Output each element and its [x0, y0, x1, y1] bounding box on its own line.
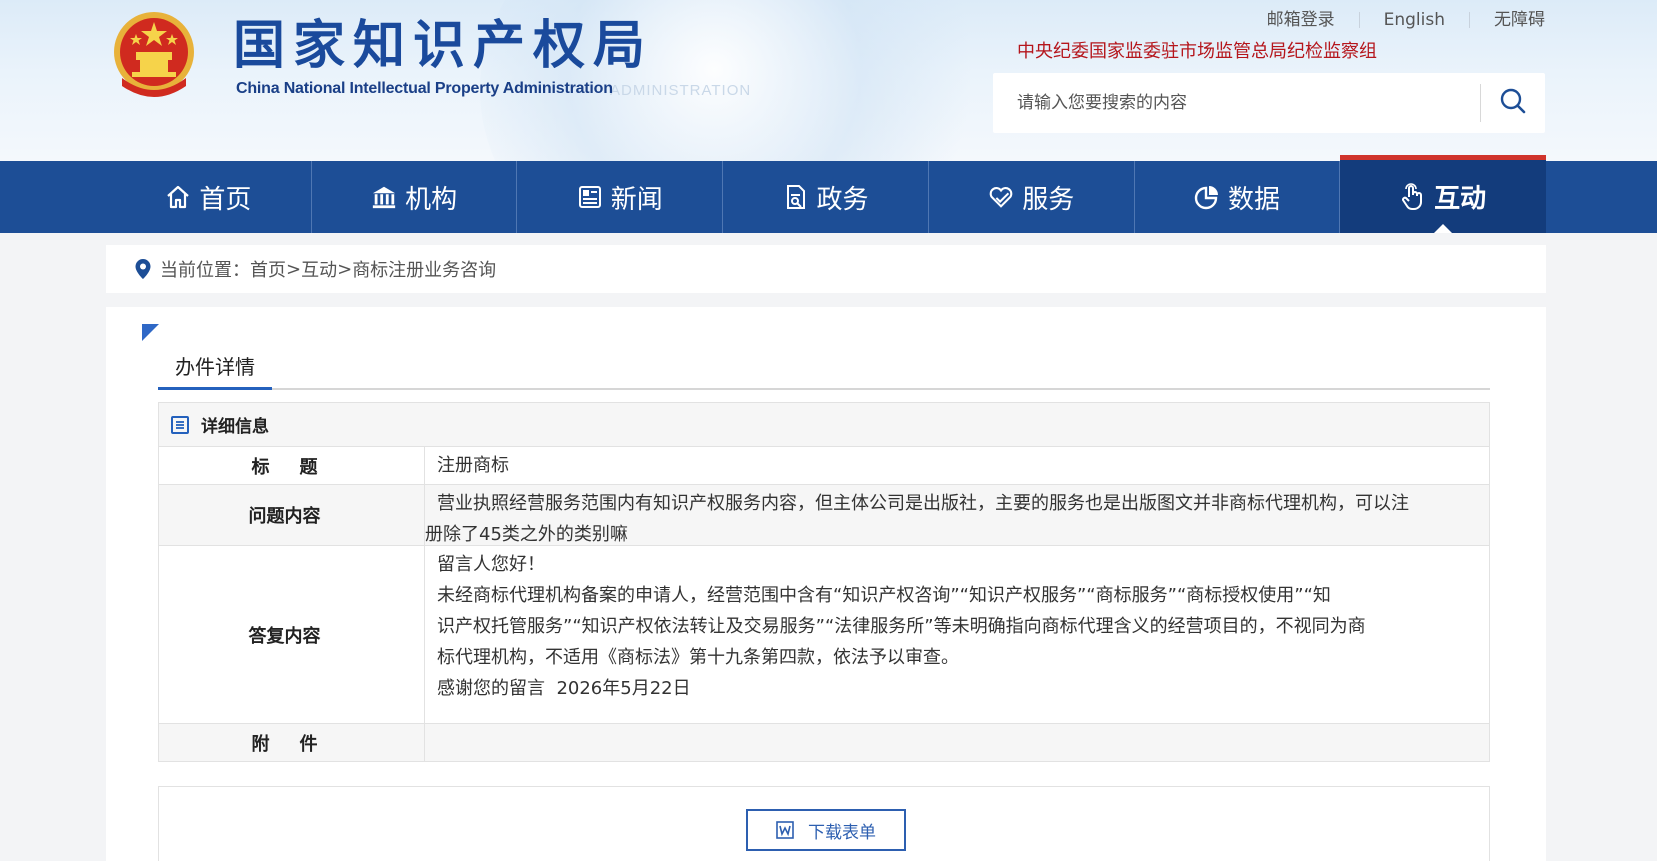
nav-label: 新闻 [610, 184, 663, 215]
news-icon [577, 184, 603, 210]
detail-header: 详细信息 [159, 403, 1489, 447]
nav-item-interaction[interactable]: 互动 [1340, 155, 1547, 233]
download-area: 下载表单 [158, 786, 1490, 861]
breadcrumb-prefix: 当前位置： [160, 260, 250, 281]
nav-item-data[interactable]: 数据 [1135, 161, 1341, 233]
search-box [993, 73, 1545, 133]
nav-item-institution[interactable]: 机构 [312, 161, 518, 233]
row-key: 附件 [159, 724, 425, 761]
download-form-button[interactable]: 下载表单 [746, 809, 906, 851]
search-input[interactable] [993, 73, 1480, 133]
site-logo-english[interactable]: China National Intellectual Property Adm… [236, 80, 613, 98]
breadcrumb-separator: > [337, 258, 353, 280]
section-tab-bar: 办件详情 [158, 347, 1490, 390]
mail-login-link[interactable]: 邮箱登录 [1267, 12, 1359, 29]
location-pin-icon [134, 258, 152, 280]
list-icon [171, 415, 189, 434]
row-value: 营业执照经营服务范围内有知识产权服务内容，但主体公司是出版社，主要的服务也是出版… [425, 493, 1409, 545]
main-nav: 首页 机构 新闻 政务 服务 数据 互动 [0, 155, 1657, 233]
nav-label: 机构 [405, 184, 458, 215]
institution-icon [371, 184, 397, 210]
row-question: 问题内容 营业执照经营服务范围内有知识产权服务内容，但主体公司是出版社，主要的服… [159, 485, 1489, 546]
hand-icon [1400, 182, 1426, 210]
row-value [425, 724, 1489, 761]
main-content: 办件详情 详细信息 标题 注册商标 问题内容 营业执照经营服务范围内有知识产权服… [106, 307, 1546, 861]
corner-mark-icon [142, 324, 159, 341]
row-attachment: 附件 [159, 724, 1489, 761]
nav-label: 政务 [816, 184, 869, 215]
search-icon [1499, 87, 1527, 119]
download-label: 下载表单 [808, 822, 876, 843]
nav-item-service[interactable]: 服务 [929, 161, 1135, 233]
nav-label: 数据 [1227, 184, 1280, 215]
nav-item-news[interactable]: 新闻 [517, 161, 724, 233]
breadcrumb-interaction[interactable]: 互动 [301, 256, 337, 282]
national-emblem-icon[interactable] [112, 8, 196, 102]
breadcrumb-current[interactable]: 商标注册业务咨询 [352, 256, 496, 282]
word-document-icon [776, 821, 794, 839]
nav-item-home[interactable]: 首页 [106, 161, 312, 233]
row-title: 标题 注册商标 [159, 447, 1489, 485]
row-value: 留言人您好！ 未经商标代理机构备案的申请人，经营范围中含有“知识产权咨询”“知识… [437, 554, 1366, 699]
service-icon [988, 184, 1014, 210]
nav-label: 服务 [1022, 184, 1075, 215]
search-button[interactable] [1481, 73, 1545, 133]
pie-chart-icon [1194, 184, 1220, 210]
site-header: ADMINISTRATION 国家知识产权局 China National In… [0, 0, 1657, 161]
site-logo-chinese[interactable]: 国家知识产权局 [233, 14, 653, 78]
breadcrumb-separator: > [286, 258, 302, 280]
supervision-link[interactable]: 中央纪委国家监委驻市场监管总局纪检监察组 [1017, 37, 1377, 63]
nav-label: 互动 [1434, 184, 1487, 214]
row-key: 答复内容 [159, 546, 425, 723]
nav-label: 首页 [199, 184, 252, 215]
detail-table: 详细信息 标题 注册商标 问题内容 营业执照经营服务范围内有知识产权服务内容，但… [158, 402, 1490, 762]
row-answer: 答复内容 留言人您好！ 未经商标代理机构备案的申请人，经营范围中含有“知识产权咨… [159, 546, 1489, 724]
home-icon [165, 184, 191, 210]
accessibility-link[interactable]: 无障碍 [1469, 12, 1545, 29]
tab-case-details[interactable]: 办件详情 [158, 347, 272, 390]
breadcrumb: 当前位置： 首页 > 互动 > 商标注册业务咨询 [106, 245, 1546, 293]
document-icon [783, 184, 809, 210]
breadcrumb-home[interactable]: 首页 [250, 256, 286, 282]
header-watermark: ADMINISTRATION [610, 82, 752, 99]
detail-title: 详细信息 [201, 417, 269, 437]
english-link[interactable]: English [1358, 12, 1469, 29]
row-value: 注册商标 [437, 455, 509, 476]
nav-item-government[interactable]: 政务 [723, 161, 929, 233]
row-key: 标题 [159, 447, 425, 484]
row-key: 问题内容 [159, 485, 425, 545]
top-links: 邮箱登录 English 无障碍 [1267, 12, 1545, 29]
